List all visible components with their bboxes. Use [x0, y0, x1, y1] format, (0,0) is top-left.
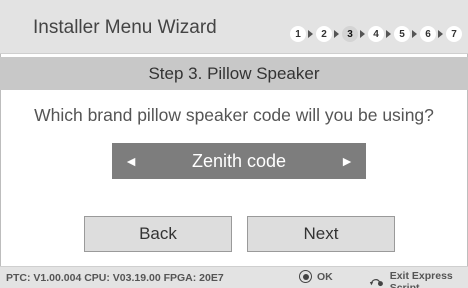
- step-2: 2: [316, 26, 332, 42]
- step-4: 4: [368, 26, 384, 42]
- step-arrow-icon: [334, 30, 339, 38]
- firmware-info: PTC: V1.00.004 CPU: V03.19.00 FPGA: 20E7: [6, 272, 224, 284]
- step-header: Step 3. Pillow Speaker: [0, 57, 468, 90]
- speaker-code-selector[interactable]: ◄ Zenith code ►: [112, 143, 366, 179]
- step-7: 7: [446, 26, 462, 42]
- return-icon: [369, 279, 383, 287]
- step-arrow-icon: [308, 30, 313, 38]
- footer: PTC: V1.00.004 CPU: V03.19.00 FPGA: 20E7…: [0, 266, 468, 288]
- step-3-active: 3: [342, 26, 358, 42]
- back-button[interactable]: Back: [84, 216, 232, 252]
- selector-value: Zenith code: [191, 150, 287, 171]
- step-5: 5: [394, 26, 410, 42]
- step-arrow-icon: [386, 30, 391, 38]
- left-arrow-icon[interactable]: ◄: [124, 153, 138, 169]
- step-1: 1: [290, 26, 306, 42]
- right-arrow-icon[interactable]: ►: [340, 153, 354, 169]
- ok-button-icon: [299, 270, 312, 283]
- step-arrow-icon: [360, 30, 365, 38]
- app-title: Installer Menu Wizard: [33, 17, 217, 38]
- step-arrow-icon: [438, 30, 443, 38]
- exit-hint: Exit Express Script: [369, 270, 468, 288]
- ok-label: OK: [317, 270, 333, 283]
- question-text: Which brand pillow speaker code will you…: [34, 105, 434, 125]
- step-indicator: 1 2 3 4 5 6 7: [290, 26, 462, 42]
- next-button[interactable]: Next: [247, 216, 395, 252]
- step-arrow-icon: [412, 30, 417, 38]
- exit-label: Exit Express Script: [389, 270, 453, 288]
- title-bar: Installer Menu Wizard 1 2 3 4 5 6 7: [0, 0, 468, 54]
- step-6: 6: [420, 26, 436, 42]
- ok-hint: OK: [299, 270, 333, 283]
